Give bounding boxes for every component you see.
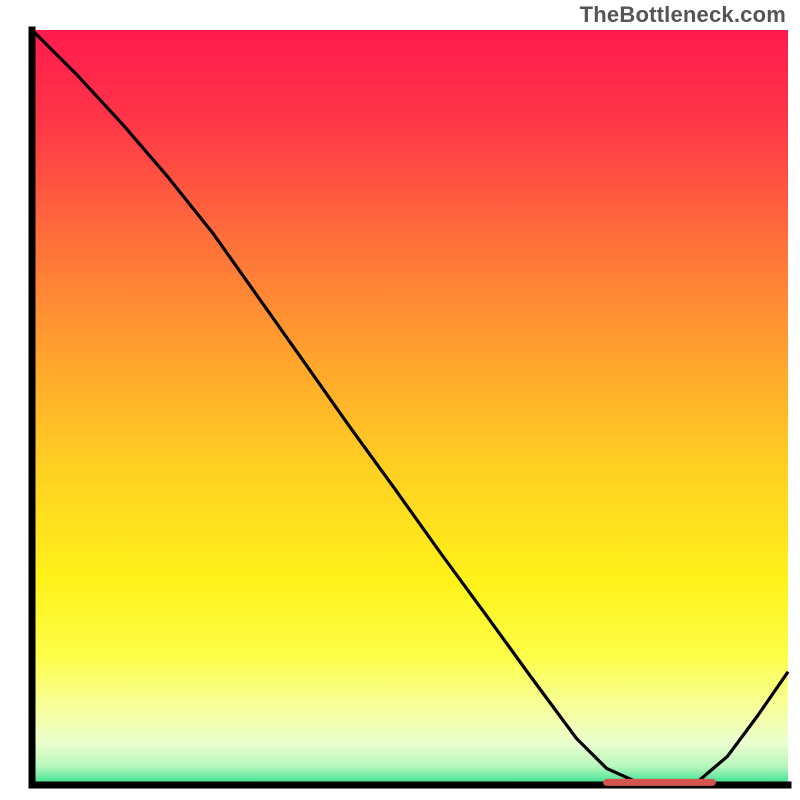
chart-container: TheBottleneck.com [0, 0, 800, 800]
plot-area [32, 30, 788, 785]
bottleneck-chart [0, 0, 800, 800]
gradient-background [32, 30, 788, 785]
